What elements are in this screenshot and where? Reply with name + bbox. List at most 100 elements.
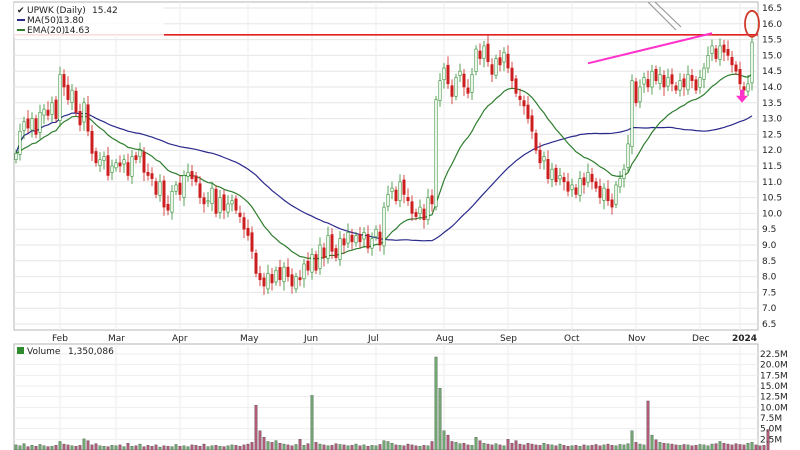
candle-body [662,75,666,88]
volume-tick-label: 22.5M [760,350,788,360]
volume-bar [698,444,702,450]
month-axis: Feb Mar Apr May Jun Jul Aug Sep Oct Nov Dec 2024 [52,334,757,344]
volume-bar [582,444,586,450]
volume-bar [458,443,462,450]
candle-body [14,153,18,160]
volume-bar [378,444,382,450]
volume-bar [386,441,390,450]
candle-body [630,80,634,148]
volume-bar [50,446,54,450]
volume-bar [130,446,134,450]
chart-title-symbol-icon: ✔ [17,6,25,16]
candle-body [694,79,698,91]
candle-body [98,159,102,166]
volume-bar [646,400,650,450]
candle-body [702,67,706,80]
candle-body [46,109,50,116]
volume-bar [662,443,666,450]
candle-body [234,198,238,211]
candle-body [126,162,130,176]
candle-body [94,151,98,164]
candle-body [586,172,590,183]
candle-body [226,203,230,213]
candle-body [730,56,734,66]
volume-bar [222,446,226,450]
volume-bar [470,445,474,450]
candle-body [626,143,630,168]
volume-bar [250,442,254,450]
volume-bar [286,444,290,450]
volume-tick-label: 5.0M [760,425,782,435]
price-legend: ✔ UPWK (Daily) 15.42 MA(50) 13.80 EMA(20… [14,3,164,37]
candle-body [218,197,222,213]
candle-body [242,217,246,230]
candle-body [142,151,146,173]
volume-bar [750,442,754,450]
candle-body [658,74,662,84]
volume-tick-label: 12.5M [760,393,788,403]
candle-body [614,184,618,205]
candle-body [518,95,522,100]
candle-body [666,77,670,87]
volume-bar [238,446,242,450]
volume-bar [490,444,494,450]
volume-bar [354,443,358,450]
price-tick-label: 12.5 [762,130,782,140]
volume-bar [422,445,426,450]
candle-body [546,159,550,179]
volume-bar [406,443,410,450]
volume-bar [382,440,386,450]
candle-body [82,102,86,123]
volume-bar [26,446,30,450]
volume-bar [186,446,190,450]
volume-bar [18,445,22,450]
volume-bar [486,443,490,450]
candle-body [594,181,598,189]
volume-bar [58,441,62,450]
candle-body [494,58,498,76]
volume-bar [274,440,278,450]
volume-bar [474,437,478,450]
month-label: Aug [436,334,454,344]
volume-bar [534,444,538,450]
candle-body [634,81,638,104]
volume-bar [546,444,550,450]
volume-bar [590,445,594,450]
volume-bar [174,444,178,450]
volume-bar [306,443,310,450]
volume-bar [394,444,398,450]
candle-body [178,182,182,195]
chart-interval: (Daily) [56,6,86,16]
volume-bar [370,445,374,450]
candle-body [602,187,606,201]
volume-bar [670,443,674,450]
candle-body [198,183,202,198]
volume-bar [78,445,82,450]
volume-bar [598,445,602,450]
stock-chart: 6.5 7.0 7.5 8.0 8.5 9.0 9.5 10.0 10.5 11.0 11.5 12.… [13,1,788,450]
volume-bar [66,444,70,450]
candle-body [66,84,70,100]
volume-bar [70,445,74,450]
volume-bar [462,443,466,450]
price-tick-label: 12.0 [762,146,782,156]
volume-bar [46,446,50,450]
volume-bar [398,445,402,450]
price-tick-label: 10.5 [762,194,782,204]
candle-body [322,247,326,258]
volume-bar [298,439,302,450]
volume-tick-label: 7.5M [760,414,782,424]
candle-body [422,208,426,221]
volume-bar [482,443,486,450]
volume-bar [658,442,662,450]
candle-body [706,55,710,69]
candle-body [306,260,310,271]
volume-bar [530,443,534,450]
candle-body [146,172,150,176]
volume-legend-swatch [17,347,24,354]
month-label: Jul [367,334,379,344]
candle-body [182,175,186,198]
candle-body [690,75,694,81]
volume-bar [126,443,130,450]
volume-bar [642,444,646,450]
